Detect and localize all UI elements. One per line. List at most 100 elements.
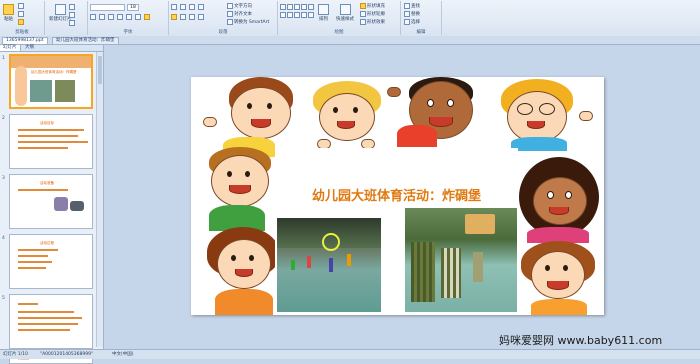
watermark: 妈咪爱婴网 www.baby611.com <box>499 334 663 347</box>
font-name-box[interactable] <box>90 4 125 11</box>
quick-styles-button[interactable]: 快速样式 <box>336 4 354 22</box>
brush-icon <box>18 19 24 25</box>
layout-icon <box>69 4 75 10</box>
cursor-icon <box>404 19 410 25</box>
spacing-icon[interactable] <box>135 14 141 20</box>
activity-photo-1[interactable] <box>277 218 381 312</box>
bullets-icon[interactable] <box>171 4 177 10</box>
reset-button[interactable] <box>69 12 75 18</box>
font-color-icon[interactable] <box>144 14 150 20</box>
rectangle-shape-icon[interactable] <box>280 4 286 10</box>
align-text-icon <box>227 11 233 17</box>
text-direction-button[interactable]: 文字方向 <box>227 3 252 9</box>
thumbnail-slide-1[interactable]: 1 幼儿园大班体育活动：炸碉堡 <box>0 54 96 112</box>
new-slide-icon <box>54 4 66 15</box>
scissors-icon <box>18 3 24 9</box>
font-group-label: 字体 <box>123 30 133 35</box>
slide-thumbnail-pane: 幻灯片 大纲 1 幼儿园大班体育活动：炸碉堡 2 活动目标 3 活动准备 4 活… <box>0 45 104 364</box>
delete-slide-button[interactable] <box>69 20 75 26</box>
bold-icon[interactable] <box>90 14 96 20</box>
align-text-button[interactable]: 对齐文本 <box>227 11 252 17</box>
arrow-shape-icon[interactable] <box>301 4 307 10</box>
line-shape-icon[interactable] <box>294 4 300 10</box>
thumbnail-slide-2[interactable]: 2 活动目标 <box>0 114 96 172</box>
hoop <box>322 233 340 251</box>
paragraph-group: 文字方向 对齐文本 转换为 SmartArt 段落 <box>169 1 278 35</box>
star-shape-icon[interactable] <box>280 12 286 18</box>
shape-effects-button[interactable]: 形状效果 <box>360 19 385 25</box>
reset-icon <box>69 12 75 18</box>
arrange-icon <box>318 4 329 15</box>
underline-icon[interactable] <box>108 14 114 20</box>
clipboard-group-label: 剪贴板 <box>15 30 29 35</box>
font-size-box[interactable]: 18 <box>127 4 139 11</box>
numbering-icon[interactable] <box>180 4 186 10</box>
replace-icon <box>404 11 410 17</box>
editing-group-label: 编辑 <box>416 30 426 35</box>
shape-fill-button[interactable]: 形状填充 <box>360 3 385 9</box>
binoculars-icon <box>404 3 410 9</box>
thumbnail-frame[interactable]: 活动过程 <box>9 234 93 289</box>
tab-slides[interactable]: 幻灯片 <box>0 45 21 51</box>
more-shapes-icon[interactable] <box>308 12 314 18</box>
activity-photo-2[interactable] <box>405 208 517 312</box>
delete-icon <box>69 20 75 26</box>
select-button[interactable]: 选择 <box>404 19 420 25</box>
replace-button[interactable]: 替换 <box>404 11 420 17</box>
cartoon-kid-7 <box>519 157 599 237</box>
tab-document-2[interactable]: 幼儿园大班体育活动：炸碉堡 <box>52 37 119 44</box>
kid-3-shirt <box>397 125 437 147</box>
tab-document-1[interactable]: 1365998137.ppt <box>2 37 48 44</box>
align-center-icon[interactable] <box>180 14 186 20</box>
scrollbar-thumb[interactable] <box>98 56 102 84</box>
heart-shape-icon[interactable] <box>301 12 307 18</box>
kid-3-hand <box>387 87 401 97</box>
thumbnail-frame[interactable] <box>9 294 93 349</box>
thumbnail-slide-4[interactable]: 4 活动过程 <box>0 234 96 292</box>
thumbnail-scrollbar[interactable] <box>96 52 103 347</box>
kid-8-shirt <box>531 299 587 315</box>
strikethrough-icon[interactable] <box>117 14 123 20</box>
layout-button[interactable] <box>69 4 75 10</box>
cut-button[interactable] <box>18 3 24 9</box>
triangle-shape-icon[interactable] <box>308 4 314 10</box>
align-right-icon[interactable] <box>189 14 195 20</box>
format-painter-button[interactable] <box>18 19 24 25</box>
find-button[interactable]: 查找 <box>404 3 420 9</box>
shadow-icon[interactable] <box>126 14 132 20</box>
fill-bucket-icon <box>360 3 366 9</box>
glasses-icon <box>517 103 533 115</box>
outdent-icon[interactable] <box>198 4 204 10</box>
brace-shape-icon[interactable] <box>294 12 300 18</box>
shapes-gallery-row2[interactable] <box>280 12 314 18</box>
thumbnail-slide-5[interactable]: 5 <box>0 294 96 352</box>
align-left-icon[interactable] <box>171 14 177 20</box>
list-buttons <box>171 4 204 10</box>
kid-1-hand <box>203 117 217 127</box>
oval-shape-icon[interactable] <box>287 4 293 10</box>
paragraph-group-label: 段落 <box>218 30 228 35</box>
italic-icon[interactable] <box>99 14 105 20</box>
smartart-icon <box>227 19 233 25</box>
thumbnail-frame[interactable]: 活动准备 <box>9 174 93 229</box>
kid-4-hand <box>579 111 593 121</box>
smartart-button[interactable]: 转换为 SmartArt <box>227 19 269 25</box>
justify-icon[interactable] <box>198 14 204 20</box>
arrange-button[interactable]: 排列 <box>318 4 329 22</box>
shapes-gallery[interactable] <box>280 4 314 10</box>
paste-button[interactable]: 粘贴 <box>3 4 14 22</box>
tab-outline[interactable]: 大纲 <box>22 45 37 51</box>
indent-icon[interactable] <box>189 4 195 10</box>
thumbnail-slide-3[interactable]: 3 活动准备 <box>0 174 96 232</box>
font-style-buttons <box>90 14 150 20</box>
thumbnail-frame[interactable]: 幼儿园大班体育活动：炸碉堡 <box>9 54 93 109</box>
align-buttons <box>171 14 204 20</box>
shape-outline-button[interactable]: 形状轮廓 <box>360 11 385 17</box>
copy-button[interactable] <box>18 11 24 17</box>
editing-group: 查找 替换 选择 编辑 <box>401 1 442 35</box>
kid-6-shirt <box>215 289 273 315</box>
thumbnail-frame[interactable]: 活动目标 <box>9 114 93 169</box>
slide-title[interactable]: 幼儿园大班体育活动：炸碉堡 <box>275 185 518 204</box>
slide-canvas[interactable]: 幼儿园大班体育活动：炸碉堡 <box>191 77 604 315</box>
callout-shape-icon[interactable] <box>287 12 293 18</box>
